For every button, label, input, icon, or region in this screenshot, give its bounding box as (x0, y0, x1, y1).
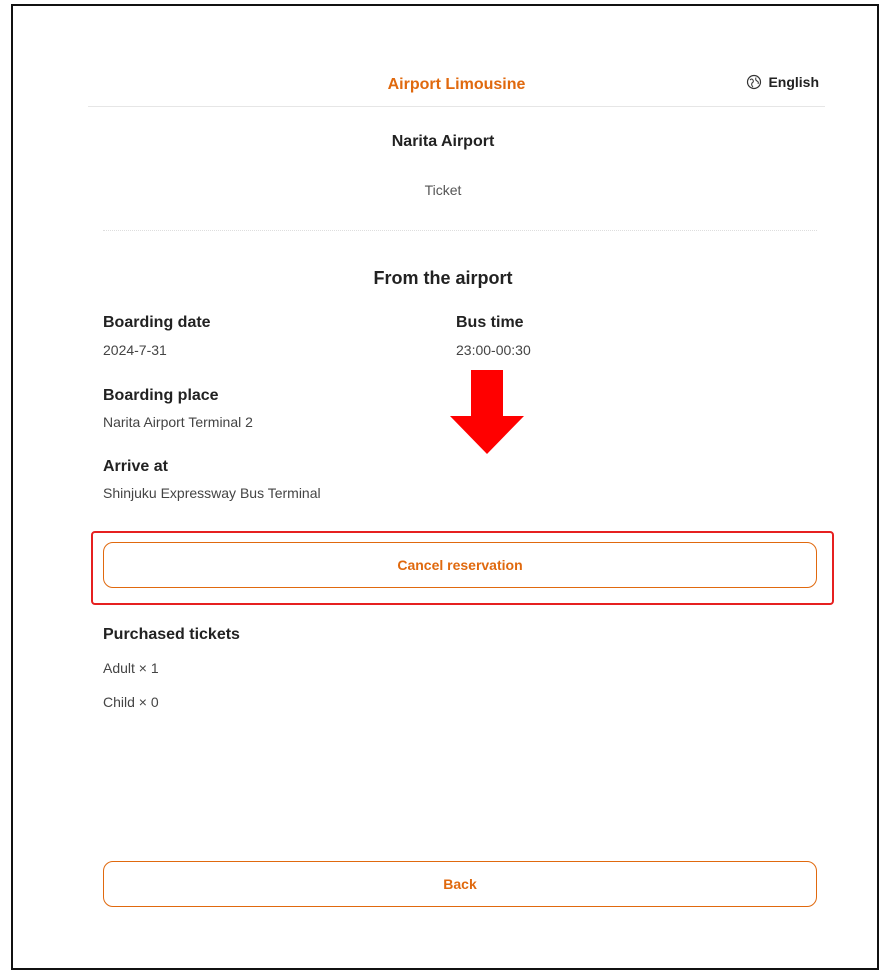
brand-title: Airport Limousine (387, 76, 526, 93)
purchased-tickets-title: Purchased tickets (103, 626, 240, 643)
boarding-date-value: 2024-7-31 (103, 342, 167, 358)
language-selector[interactable]: English (746, 74, 819, 90)
boarding-date-label: Boarding date (103, 314, 211, 331)
back-button[interactable]: Back (103, 861, 817, 907)
bus-time-value: 23:00-00:30 (456, 342, 531, 358)
adult-ticket-count: Adult × 1 (103, 660, 159, 676)
boarding-place-label: Boarding place (103, 387, 219, 404)
bus-time-label: Bus time (456, 314, 524, 331)
arrive-at-label: Arrive at (103, 458, 168, 475)
airport-name: Narita Airport (391, 133, 495, 150)
divider (103, 230, 817, 231)
arrive-at-value: Shinjuku Expressway Bus Terminal (103, 485, 321, 501)
arrow-down-icon (450, 370, 524, 454)
child-ticket-count: Child × 0 (103, 694, 159, 710)
globe-icon (747, 74, 762, 90)
cancel-reservation-button[interactable]: Cancel reservation (103, 542, 817, 588)
language-label: English (768, 74, 819, 90)
ticket-label: Ticket (424, 182, 462, 198)
boarding-place-value: Narita Airport Terminal 2 (103, 414, 253, 430)
direction-title: From the airport (373, 268, 513, 288)
header-bar: Airport Limousine English (88, 66, 825, 107)
